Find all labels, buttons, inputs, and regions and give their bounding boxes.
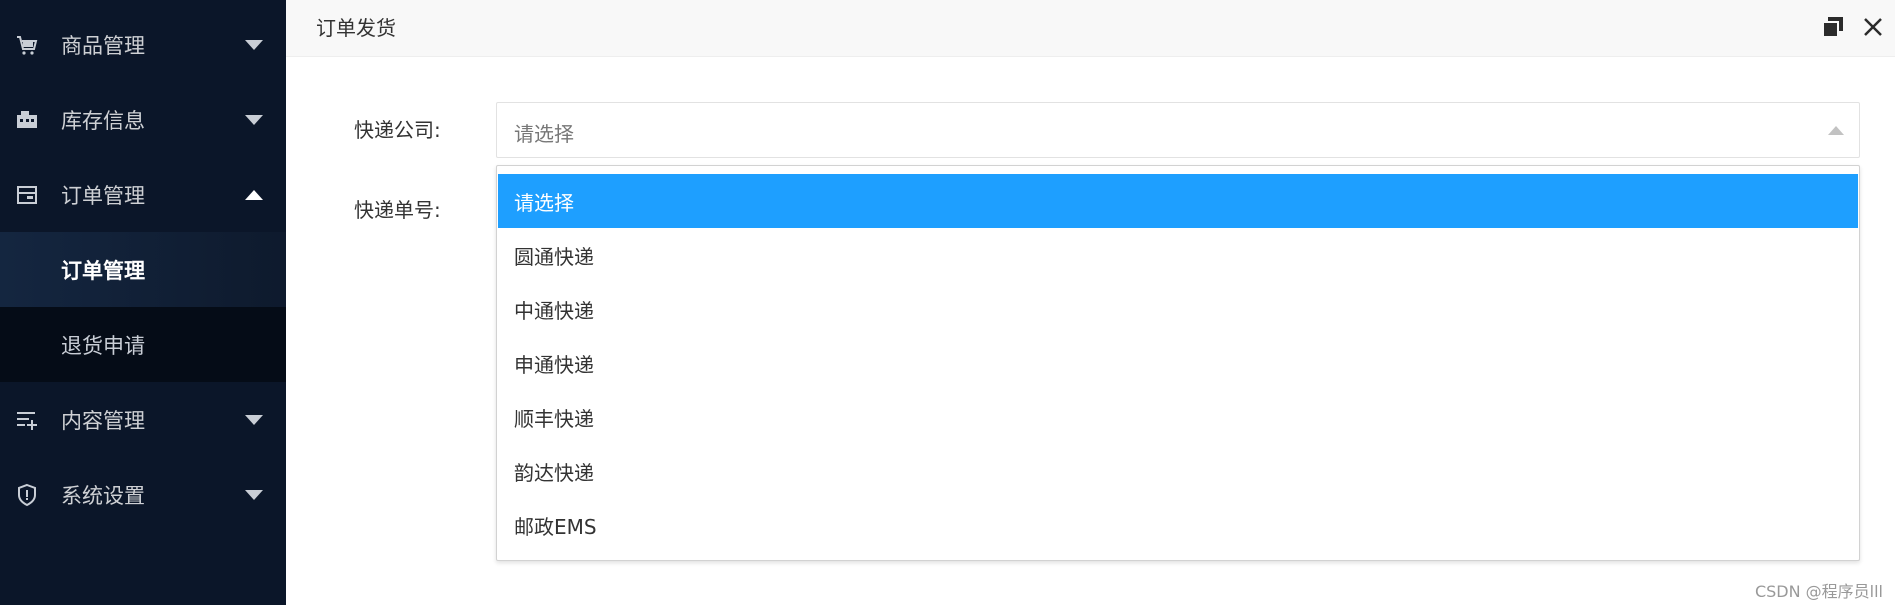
chevron-down-icon — [245, 39, 263, 50]
sidebar-item-inventory[interactable]: 库存信息 — [0, 82, 286, 157]
sidebar: 商品管理 库存信息 订单管理 订单管理 退货申请 内容管理 系统设置 — [0, 0, 286, 605]
courier-select-value: 请选择 — [514, 122, 574, 146]
sidebar-item-label: 订单管理 — [61, 183, 145, 208]
courier-select[interactable]: 请选择 — [496, 102, 1860, 158]
dropdown-option[interactable]: 邮政EMS — [498, 498, 1858, 552]
order-icon — [15, 183, 39, 207]
sidebar-item-settings[interactable]: 系统设置 — [0, 457, 286, 532]
dropdown-option[interactable]: 请选择 — [498, 174, 1858, 228]
sidebar-subitem-returns[interactable]: 退货申请 — [0, 307, 286, 382]
dialog-header: 订单发货 — [286, 0, 1895, 57]
courier-label: 快递公司: — [354, 118, 441, 142]
warehouse-icon — [15, 108, 39, 132]
sidebar-subitem-label: 订单管理 — [61, 258, 145, 283]
sidebar-item-products[interactable]: 商品管理 — [0, 7, 286, 82]
chevron-down-icon — [245, 489, 263, 500]
sidebar-item-label: 系统设置 — [61, 483, 145, 508]
close-icon[interactable] — [1860, 14, 1886, 40]
shield-icon — [15, 483, 39, 507]
sidebar-item-label: 商品管理 — [61, 33, 145, 58]
chevron-down-icon — [245, 114, 263, 125]
restore-icon[interactable] — [1820, 14, 1846, 40]
chevron-down-icon — [245, 414, 263, 425]
sidebar-item-orders[interactable]: 订单管理 — [0, 157, 286, 232]
watermark: CSDN @程序员lll — [1754, 582, 1883, 601]
dropdown-option[interactable]: 中通快递 — [498, 282, 1858, 336]
sidebar-item-label: 库存信息 — [61, 108, 145, 133]
dialog-title: 订单发货 — [316, 16, 396, 40]
chevron-up-icon — [245, 189, 263, 200]
sidebar-item-content[interactable]: 内容管理 — [0, 382, 286, 457]
cart-icon — [15, 33, 39, 57]
chevron-up-icon — [1828, 126, 1844, 135]
sidebar-item-label: 内容管理 — [61, 408, 145, 433]
dropdown-option[interactable]: 顺丰快递 — [498, 390, 1858, 444]
sidebar-subitem-order-management[interactable]: 订单管理 — [0, 232, 286, 307]
dropdown-option[interactable]: 申通快递 — [498, 336, 1858, 390]
dropdown-option[interactable]: 韵达快递 — [498, 444, 1858, 498]
sidebar-subitem-label: 退货申请 — [61, 333, 145, 358]
courier-dropdown: 请选择 圆通快递 中通快递 申通快递 顺丰快递 韵达快递 邮政EMS — [496, 165, 1860, 561]
dropdown-option[interactable]: 圆通快递 — [498, 228, 1858, 282]
tracking-number-label: 快递单号: — [354, 198, 441, 222]
list-edit-icon — [15, 408, 39, 432]
